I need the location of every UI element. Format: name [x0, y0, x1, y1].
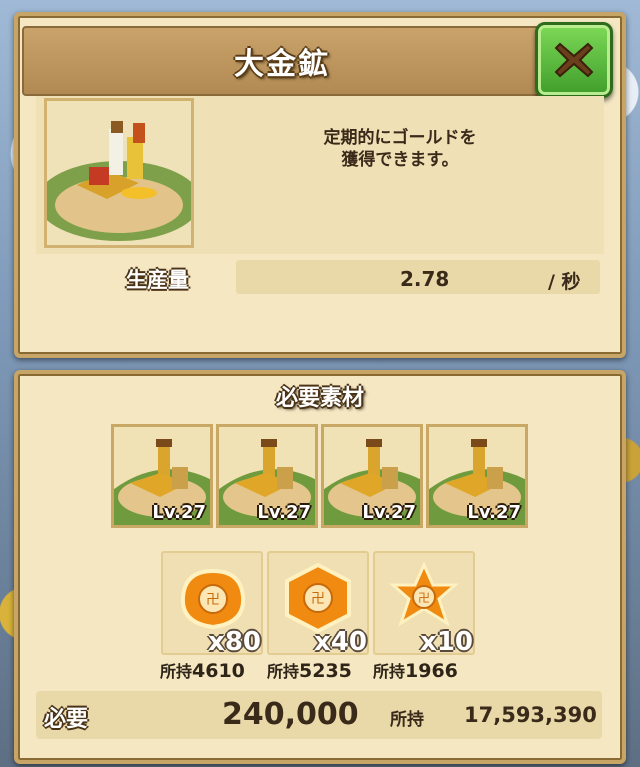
item-owned: 所持5235: [267, 658, 352, 682]
close-x-icon: [554, 42, 594, 78]
required-label: 必要: [44, 707, 89, 732]
material-item-card[interactable]: 卍 x40: [267, 551, 369, 657]
material-building-card[interactable]: Lv.27: [216, 424, 318, 528]
material-building-card[interactable]: Lv.27: [426, 424, 528, 528]
item-owned: 所持1966: [373, 658, 458, 682]
required-gold-value: 240,000: [222, 697, 359, 732]
material-level: Lv.27: [467, 502, 521, 523]
production-label: 生産量: [126, 268, 189, 292]
materials-title: 必要素材: [275, 386, 364, 411]
owned-value: 5235: [299, 660, 352, 682]
item-quantity: x40: [314, 627, 367, 657]
material-item-card[interactable]: 卍 x80: [161, 551, 263, 657]
material-level: Lv.27: [257, 502, 311, 523]
svg-text:卍: 卍: [311, 591, 325, 607]
title-bar: 大金鉱: [22, 26, 542, 96]
building-description: 定期的にゴールドを 獲得できます。: [323, 128, 477, 170]
material-item-card[interactable]: 卍 x10: [373, 551, 475, 657]
svg-text:卍: 卍: [206, 592, 220, 608]
owned-label: 所持: [160, 662, 193, 681]
owned-label: 所持: [373, 662, 406, 681]
production-value: 2.78: [400, 267, 450, 291]
close-button[interactable]: [535, 22, 613, 98]
owned-gold-label: 所持: [390, 710, 424, 730]
material-building-card[interactable]: Lv.27: [321, 424, 423, 528]
item-quantity: x10: [420, 627, 473, 657]
material-building-card[interactable]: Lv.27: [111, 424, 213, 528]
dialog-title: 大金鉱: [234, 47, 330, 82]
production-unit: / 秒: [548, 271, 581, 293]
owned-label: 所持: [267, 662, 300, 681]
svg-text:卍: 卍: [418, 591, 430, 605]
owned-gold-value: 17,593,390: [464, 703, 597, 727]
owned-value: 4610: [192, 660, 245, 682]
item-quantity: x80: [208, 627, 261, 657]
item-owned: 所持4610: [160, 658, 245, 682]
material-level: Lv.27: [362, 502, 416, 523]
building-thumbnail: [44, 98, 194, 248]
gold-mine-building-icon: [47, 101, 191, 245]
material-level: Lv.27: [152, 502, 206, 523]
owned-value: 1966: [405, 660, 458, 682]
